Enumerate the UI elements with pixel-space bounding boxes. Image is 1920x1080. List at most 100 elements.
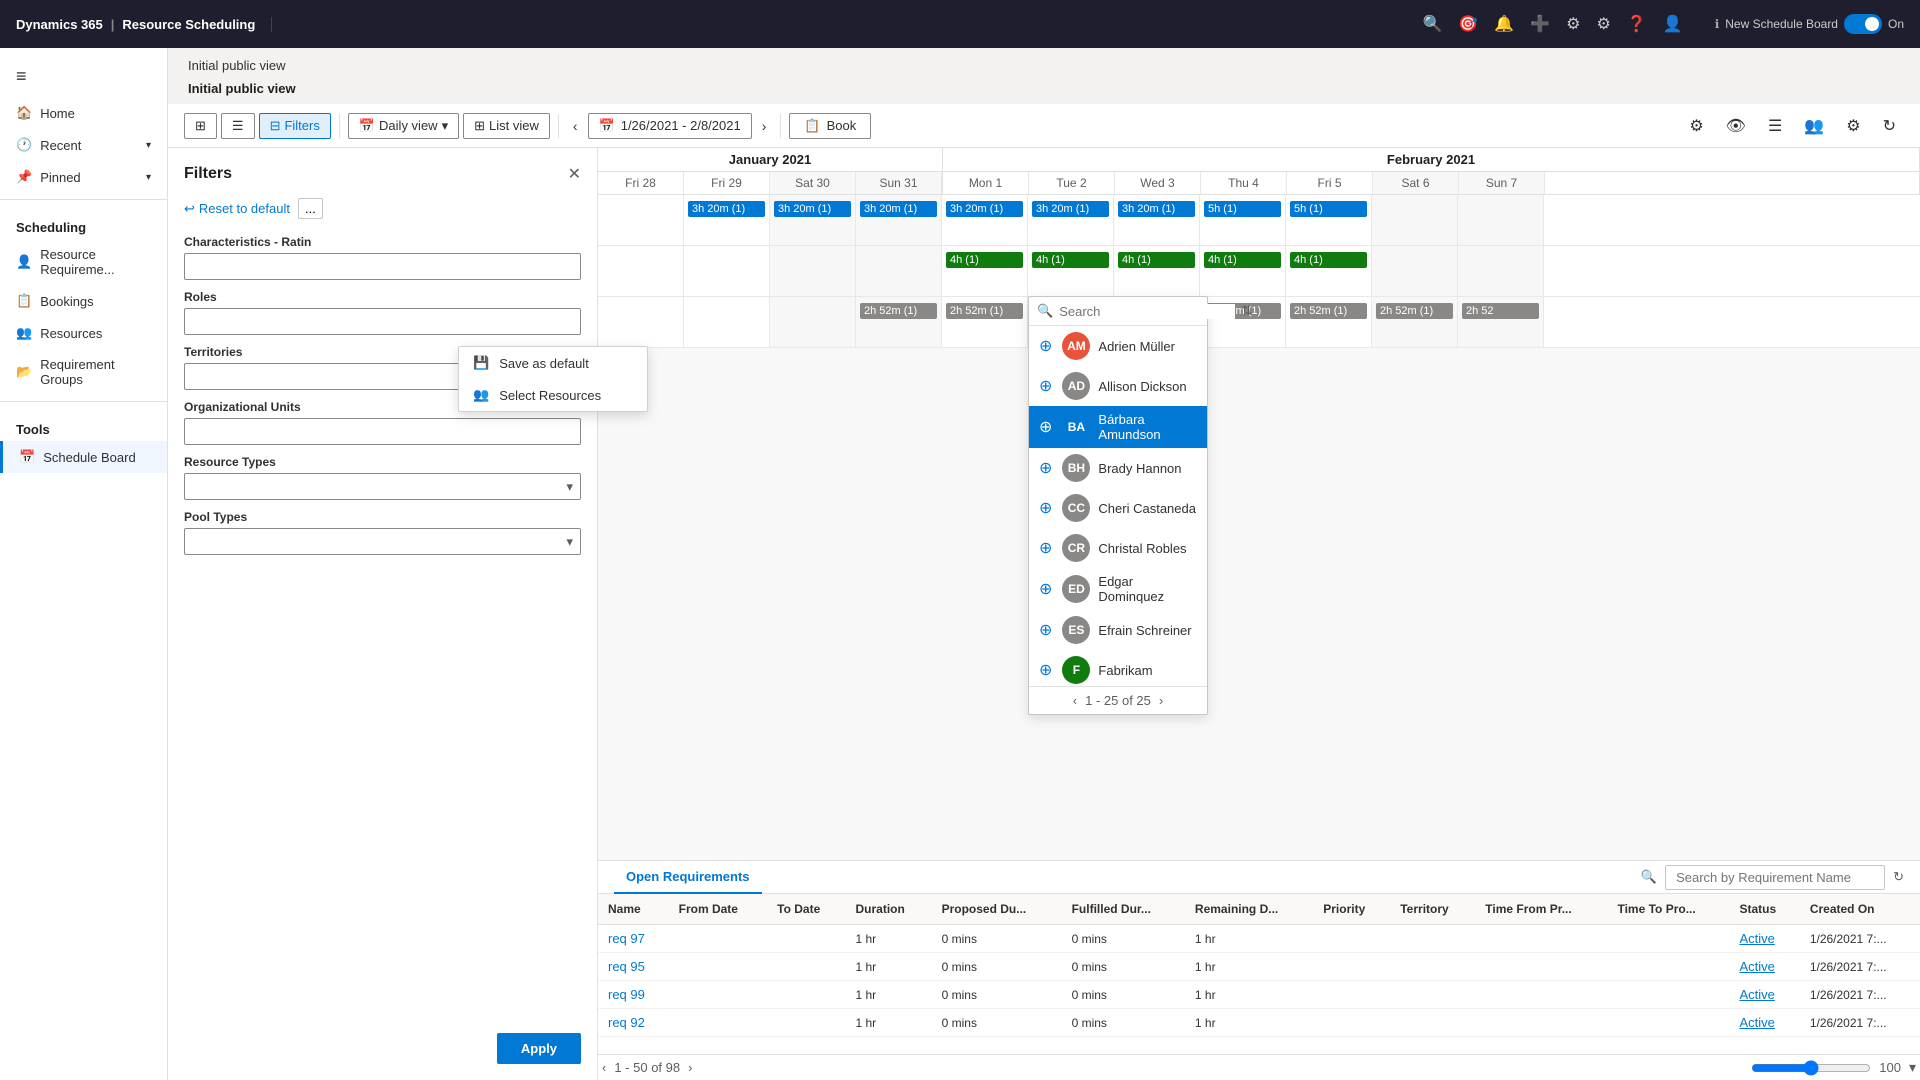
booking-chip[interactable]: 2h 52m (1) xyxy=(1290,303,1367,319)
cell-r2-feb3[interactable]: 4h (1) xyxy=(1114,246,1200,296)
list-view-toggle-button[interactable]: ☰ xyxy=(221,113,255,139)
resource-item[interactable]: ⊕EDEdgar Dominquez xyxy=(1029,568,1207,610)
booking-chip[interactable]: 3h 20m (1) xyxy=(946,201,1023,217)
resource-item[interactable]: ⊕AMAdrien Müller xyxy=(1029,326,1207,366)
bell-icon[interactable]: 🔔 xyxy=(1494,14,1514,34)
org-units-input[interactable] xyxy=(184,418,581,445)
sidebar-item-resource-requirements[interactable]: 👤 Resource Requireme... xyxy=(0,239,167,285)
booking-chip[interactable]: 4h (1) xyxy=(1290,252,1367,268)
filter-more-button[interactable]: ... xyxy=(298,198,323,219)
cell-r1-feb2[interactable]: 3h 20m (1) xyxy=(1028,195,1114,245)
cell-r3-feb6[interactable]: 2h 52m (1) xyxy=(1372,297,1458,347)
target-icon[interactable]: 🎯 xyxy=(1458,14,1478,34)
resource-item[interactable]: ⊕CCCheri Castaneda xyxy=(1029,488,1207,528)
team-button[interactable]: 👥 xyxy=(1796,112,1832,140)
booking-chip[interactable]: 3h 20m (1) xyxy=(1032,201,1109,217)
resource-item[interactable]: ⊕ESEfrain Schreiner xyxy=(1029,610,1207,650)
sidebar-item-bookings[interactable]: 📋 Bookings xyxy=(0,285,167,317)
roles-input[interactable] xyxy=(184,308,581,335)
cell-r2-feb4[interactable]: 4h (1) xyxy=(1200,246,1286,296)
cell-r3-jan31[interactable]: 2h 52m (1) xyxy=(856,297,942,347)
booking-chip[interactable]: 3h 20m (1) xyxy=(774,201,851,217)
resource-types-select[interactable] xyxy=(184,473,581,500)
resource-filter-button[interactable]: ⚙ xyxy=(1681,112,1711,140)
list-view-button[interactable]: ⊞ List view xyxy=(463,113,550,139)
booking-chip[interactable]: 3h 20m (1) xyxy=(688,201,765,217)
cell-r1-feb5[interactable]: 5h (1) xyxy=(1286,195,1372,245)
cell-r1-jan31[interactable]: 3h 20m (1) xyxy=(856,195,942,245)
app-brand-name[interactable]: Dynamics 365 xyxy=(16,17,103,32)
zoom-slider[interactable] xyxy=(1751,1060,1871,1076)
view-options-button[interactable]: 👁 xyxy=(1718,112,1754,140)
cell-r1-jan29[interactable]: 3h 20m (1) xyxy=(684,195,770,245)
req-prev-icon[interactable]: ‹ xyxy=(602,1060,606,1075)
cell-r3-feb1[interactable]: 2h 52m (1) xyxy=(942,297,1028,347)
sidebar-item-home[interactable]: 🏠 Home xyxy=(0,97,167,129)
plus-icon[interactable]: ➕ xyxy=(1530,14,1550,34)
booking-chip[interactable]: 4h (1) xyxy=(1204,252,1281,268)
help-icon[interactable]: ❓ xyxy=(1627,14,1647,34)
pool-types-select[interactable] xyxy=(184,528,581,555)
resource-search-input[interactable] xyxy=(1059,304,1235,319)
booking-chip[interactable]: 4h (1) xyxy=(946,252,1023,268)
save-as-default-item[interactable]: 💾 Save as default xyxy=(459,347,647,379)
refresh-req-icon[interactable]: ↻ xyxy=(1893,869,1904,885)
apply-button[interactable]: Apply xyxy=(497,1033,581,1064)
status-badge[interactable]: Active xyxy=(1739,987,1774,1002)
sidebar-item-pinned[interactable]: 📌 Pinned ▾ xyxy=(0,161,167,193)
requirement-link[interactable]: req 92 xyxy=(608,1015,645,1030)
filter-close-button[interactable]: ✕ xyxy=(568,164,581,184)
settings-icon[interactable]: ⚙ xyxy=(1597,14,1611,34)
resource-prev-icon[interactable]: ‹ xyxy=(1073,693,1077,708)
resource-item[interactable]: ⊕CRChristal Robles xyxy=(1029,528,1207,568)
sidebar-item-recent[interactable]: 🕐 Recent ▾ xyxy=(0,129,167,161)
req-next-icon[interactable]: › xyxy=(688,1060,692,1075)
swap-icon[interactable]: ⇅ xyxy=(1241,303,1252,319)
characteristics-input[interactable] xyxy=(184,253,581,280)
cell-r3-feb5[interactable]: 2h 52m (1) xyxy=(1286,297,1372,347)
date-range-picker[interactable]: 📅 1/26/2021 - 2/8/2021 xyxy=(588,113,752,139)
search-icon[interactable]: 🔍 xyxy=(1422,14,1442,34)
resource-item[interactable]: ⊕FFabrikam xyxy=(1029,650,1207,686)
sidebar-item-requirement-groups[interactable]: 📂 Requirement Groups xyxy=(0,349,167,395)
cell-r3-feb7[interactable]: 2h 52 xyxy=(1458,297,1544,347)
grid-view-button[interactable]: ⊞ xyxy=(184,113,217,139)
cell-r1-jan30[interactable]: 3h 20m (1) xyxy=(770,195,856,245)
requirement-search-input[interactable] xyxy=(1665,865,1885,890)
booking-chip[interactable]: 2h 52m (1) xyxy=(946,303,1023,319)
booking-chip[interactable]: 2h 52m (1) xyxy=(860,303,937,319)
cell-r2-feb1[interactable]: 4h (1) xyxy=(942,246,1028,296)
booking-chip[interactable]: 4h (1) xyxy=(1032,252,1109,268)
hamburger-menu[interactable]: ≡ xyxy=(0,56,167,97)
filter-icon[interactable]: ⚙ xyxy=(1566,14,1580,34)
cell-r2-feb5[interactable]: 4h (1) xyxy=(1286,246,1372,296)
requirement-link[interactable]: req 99 xyxy=(608,987,645,1002)
user-icon[interactable]: 👤 xyxy=(1663,14,1683,34)
resource-next-icon[interactable]: › xyxy=(1159,693,1163,708)
requirement-link[interactable]: req 97 xyxy=(608,931,645,946)
status-badge[interactable]: Active xyxy=(1739,1015,1774,1030)
requirement-link[interactable]: req 95 xyxy=(608,959,645,974)
select-resources-item[interactable]: 👥 Select Resources xyxy=(459,379,647,411)
booking-chip[interactable]: 2h 52 xyxy=(1462,303,1539,319)
booking-chip[interactable]: 2h 52m (1) xyxy=(1376,303,1453,319)
refresh-button[interactable]: ↻ xyxy=(1875,112,1904,140)
date-prev-button[interactable]: ‹ xyxy=(567,114,584,138)
booking-chip[interactable]: 3h 20m (1) xyxy=(1118,201,1195,217)
new-schedule-toggle[interactable] xyxy=(1844,14,1882,34)
cell-r1-feb3[interactable]: 3h 20m (1) xyxy=(1114,195,1200,245)
cell-r1-feb4[interactable]: 5h (1) xyxy=(1200,195,1286,245)
daily-view-button[interactable]: 📅 Daily view ▾ xyxy=(348,113,459,139)
booking-chip[interactable]: 4h (1) xyxy=(1118,252,1195,268)
resource-item[interactable]: ⊕ADAllison Dickson xyxy=(1029,366,1207,406)
booking-chip[interactable]: 5h (1) xyxy=(1204,201,1281,217)
book-button[interactable]: 📋 Book xyxy=(789,113,871,139)
sidebar-item-resources[interactable]: 👥 Resources xyxy=(0,317,167,349)
cell-r1-feb1[interactable]: 3h 20m (1) xyxy=(942,195,1028,245)
cell-r2-feb2[interactable]: 4h (1) xyxy=(1028,246,1114,296)
resource-item[interactable]: ⊕BABárbara Amundson xyxy=(1029,406,1207,448)
columns-button[interactable]: ☰ xyxy=(1760,112,1790,140)
filters-button[interactable]: ⊟ Filters xyxy=(259,113,331,139)
collapse-button[interactable]: ▾ xyxy=(1909,1059,1916,1076)
sidebar-item-schedule-board[interactable]: 📅 Schedule Board xyxy=(0,441,167,473)
